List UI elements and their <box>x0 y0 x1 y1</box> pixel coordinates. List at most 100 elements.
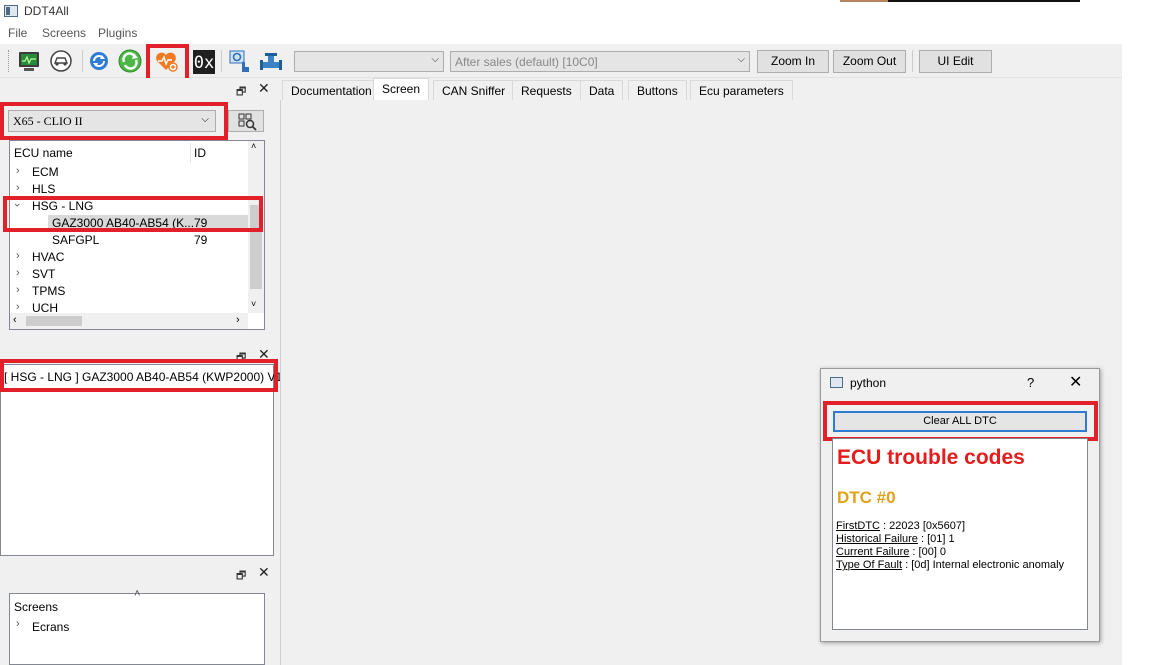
hex-icon[interactable]: 0x <box>193 50 215 74</box>
screens-panel-header: 🗗 ✕ <box>0 564 276 582</box>
dtc-field-current: Current Failure : [00] 0 <box>836 546 946 558</box>
pipe-valve-icon[interactable] <box>258 48 284 74</box>
tree-row-label: ECM <box>32 165 59 179</box>
scan-button[interactable] <box>228 110 264 132</box>
dtc-field-first-dtc: FirstDTC : 22023 [0x5607] <box>836 520 965 532</box>
tree-row-label: SAFGPL <box>52 233 100 247</box>
dtc-field-value: : [0d] Internal electronic anomaly <box>902 559 1065 571</box>
header-divider <box>190 143 191 163</box>
chevron-up-icon: ˄ <box>134 588 141 600</box>
app-icon <box>4 5 18 17</box>
chevron-right-icon[interactable]: › <box>16 618 20 630</box>
chevron-right-icon[interactable]: › <box>16 182 20 194</box>
toolbar-separator <box>82 50 83 72</box>
dialog-app-icon <box>830 377 843 388</box>
help-icon[interactable]: ? <box>1027 375 1034 390</box>
search-icon <box>238 113 257 131</box>
tree-row-hvac[interactable]: › HVAC <box>10 249 248 266</box>
ecu-tree[interactable]: ECU name ID › ECM › HLS › HSG - LNG GAZ3… <box>9 140 265 330</box>
close-icon[interactable]: ✕ <box>258 80 270 97</box>
ecu-monitor-icon[interactable] <box>16 48 42 74</box>
close-icon[interactable]: ✕ <box>258 564 270 581</box>
tree-row-ecm[interactable]: › ECM <box>10 164 248 181</box>
tab-can-sniffer[interactable]: CAN Sniffer <box>433 80 515 100</box>
tab-data[interactable]: Data <box>580 80 624 100</box>
zoom-out-button[interactable]: Zoom Out <box>833 50 906 73</box>
tree-row-label: HLS <box>32 182 56 196</box>
toolbar-grip <box>8 50 10 72</box>
float-icon[interactable]: 🗗 <box>236 567 246 586</box>
dialog-title: python <box>850 376 887 390</box>
close-icon[interactable]: ✕ <box>1069 372 1082 392</box>
car-scan-icon[interactable] <box>48 48 74 74</box>
screens-header[interactable]: Screens <box>14 600 58 614</box>
title-bar <box>0 0 1152 24</box>
highlight-ecu-info <box>0 359 278 392</box>
dtc-field-value: : 22023 [0x5607] <box>880 520 966 532</box>
scroll-up-icon[interactable]: ˄ <box>251 141 256 151</box>
highlight-vehicle-selector <box>0 102 228 140</box>
tab-buttons[interactable]: Buttons <box>628 80 687 100</box>
toolbar-separator <box>912 50 913 72</box>
sync-icon[interactable] <box>117 48 143 74</box>
dtc-field-name: Current Failure <box>836 546 910 558</box>
dtc-field-name: Historical Failure <box>836 533 918 545</box>
tab-ecu-parameters[interactable]: Ecu parameters <box>690 80 793 100</box>
tree-row-label: HVAC <box>32 250 65 264</box>
tree-header: ECU name ID <box>10 141 248 165</box>
session-combo-value: After sales (default) [10C0] <box>455 55 598 69</box>
chevron-right-icon[interactable]: › <box>16 165 20 177</box>
highlight-dtc-button <box>146 44 189 82</box>
tab-documentation[interactable]: Documentation <box>282 80 381 100</box>
ecu-info-list[interactable] <box>0 364 274 556</box>
tree-row-svt[interactable]: › SVT <box>10 266 248 283</box>
menu-file[interactable]: File <box>8 26 27 40</box>
tab-bar: Documentation Screen CAN Sniffer Request… <box>280 78 1122 100</box>
dtc-number: DTC #0 <box>837 488 896 507</box>
screens-tree[interactable]: ˄ Screens › Ecrans <box>9 588 265 665</box>
dtc-field-historical: Historical Failure : [01] 1 <box>836 533 955 545</box>
refresh-icon[interactable] <box>86 48 112 74</box>
menu-screens[interactable]: Screens <box>42 26 86 40</box>
chevron-down-icon: ⌵ <box>431 54 439 65</box>
scroll-thumb[interactable] <box>26 316 82 326</box>
tab-requests[interactable]: Requests <box>512 80 581 100</box>
dtc-heading: ECU trouble codes <box>837 446 1025 469</box>
session-combo[interactable]: After sales (default) [10C0] ⌵ <box>450 51 750 72</box>
ui-edit-button[interactable]: UI Edit <box>919 50 992 73</box>
scroll-right-icon[interactable]: › <box>236 314 240 326</box>
menu-bar: File Screens Plugins <box>0 24 1122 44</box>
dtc-field-type-of-fault: Type Of Fault : [0d] Internal electronic… <box>836 559 1064 571</box>
tree-header-name[interactable]: ECU name <box>14 146 73 160</box>
app-title: DDT4All <box>24 4 69 18</box>
gear-touch-icon[interactable] <box>227 48 253 74</box>
toolbar-separator <box>221 50 222 72</box>
scroll-down-icon[interactable]: ˅ <box>251 299 256 309</box>
tree-row-safgpl[interactable]: SAFGPL 79 <box>10 232 248 249</box>
menu-plugins[interactable]: Plugins <box>98 26 137 40</box>
chevron-down-icon: ⌵ <box>737 54 745 65</box>
titlebar-strip-accent <box>840 0 888 2</box>
chevron-right-icon[interactable]: › <box>16 267 20 279</box>
screens-item-ecrans[interactable]: Ecrans <box>32 620 69 634</box>
float-icon[interactable]: 🗗 <box>236 83 246 102</box>
ecu-panel-header: 🗗 ✕ <box>0 80 276 98</box>
dtc-field-value: : [00] 0 <box>909 546 947 558</box>
dtc-field-name: Type Of Fault <box>836 559 903 571</box>
chevron-right-icon[interactable]: › <box>16 250 20 262</box>
tree-row-tpms[interactable]: › TPMS <box>10 283 248 300</box>
tree-row-id: 79 <box>194 233 208 247</box>
chevron-right-icon[interactable]: › <box>16 284 20 296</box>
tree-row-label: TPMS <box>32 284 66 298</box>
tree-horizontal-scrollbar[interactable]: ‹ › <box>10 313 248 329</box>
highlight-clear-dtc <box>823 401 1098 441</box>
scroll-left-icon[interactable]: ‹ <box>13 314 17 326</box>
tree-row-label: SVT <box>32 267 56 281</box>
tab-screen[interactable]: Screen <box>373 78 430 100</box>
tree-header-id[interactable]: ID <box>194 146 206 160</box>
zoom-in-button[interactable]: Zoom In <box>757 50 829 73</box>
ecu-combo[interactable]: ⌵ <box>294 51 444 72</box>
dtc-field-name: FirstDTC <box>836 520 880 532</box>
dtc-field-value: : [01] 1 <box>917 533 955 545</box>
chevron-right-icon[interactable]: › <box>16 301 20 313</box>
